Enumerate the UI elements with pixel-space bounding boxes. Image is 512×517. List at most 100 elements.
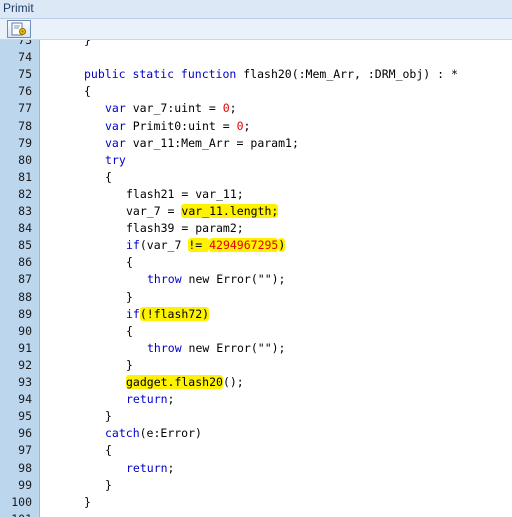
code-token: throw <box>147 340 189 355</box>
code-text: return; <box>126 391 174 408</box>
code-token: ; <box>243 118 251 133</box>
line-number: 77 <box>18 101 32 116</box>
code-line[interactable]: 100} <box>0 494 512 511</box>
code-token: throw <box>147 272 189 287</box>
code-text: { <box>84 83 91 100</box>
code-line[interactable]: 83 var_7 = var_11.length; <box>0 203 512 220</box>
code-token: var_7:uint = <box>132 101 223 116</box>
line-number: 99 <box>18 477 32 492</box>
code-line[interactable]: 85 if(var_7 != 4294967295) <box>0 237 512 254</box>
code-line[interactable]: 96 catch(e:Error) <box>0 425 512 442</box>
code-text: throw new Error(""); <box>147 340 285 357</box>
code-text: { <box>105 442 112 459</box>
line-number: 91 <box>18 340 32 355</box>
code-text: { <box>105 169 112 186</box>
code-line[interactable]: 74 <box>0 49 512 66</box>
code-editor[interactable]: 73} 74 75 public static function flash20(:M… <box>0 40 512 517</box>
code-line[interactable]: 97 { <box>0 442 512 459</box>
code-token: } <box>126 357 133 372</box>
code-token: { <box>105 443 112 458</box>
highlighted-token: != <box>188 238 210 253</box>
line-number: 100 <box>11 494 32 509</box>
toolbar <box>0 19 512 40</box>
line-number: 81 <box>18 169 32 184</box>
code-text: return; <box>126 460 174 477</box>
line-number: 89 <box>18 306 32 321</box>
code-text: } <box>126 357 133 374</box>
code-token: 0 <box>222 101 230 116</box>
code-line[interactable]: 77 var var_7:uint = 0; <box>0 100 512 117</box>
code-token: { <box>84 84 91 99</box>
code-text: var var_7:uint = 0; <box>105 100 237 117</box>
code-line[interactable]: 92} <box>0 357 512 374</box>
code-token: (var_7 <box>139 238 189 253</box>
code-line[interactable]: 86 { <box>0 254 512 271</box>
code-line[interactable]: 91 throw new Error(""); <box>0 340 512 357</box>
code-text: { <box>126 323 133 340</box>
code-token: } <box>105 409 112 424</box>
line-number: 98 <box>18 460 32 475</box>
code-line[interactable]: 78 var Primit0:uint = 0; <box>0 118 512 135</box>
line-number: 93 <box>18 375 32 389</box>
code-line[interactable]: 80 try <box>0 152 512 169</box>
code-text: } <box>126 289 133 306</box>
highlighted-token: var_11.length; <box>181 204 279 218</box>
code-token: var <box>105 101 133 116</box>
code-text: if(!flash72) <box>126 306 210 323</box>
line-number: 97 <box>18 443 32 458</box>
code-token: ; <box>229 101 237 116</box>
code-text: if(var_7 != 4294967295) <box>126 237 286 254</box>
code-text: flash21 = var_11; <box>126 186 244 203</box>
code-token: return <box>126 460 168 475</box>
code-line[interactable]: 87 throw new Error(""); <box>0 271 512 288</box>
code-line[interactable]: 76 { <box>0 83 512 100</box>
code-text: } <box>84 40 91 49</box>
code-line[interactable]: 99} <box>0 477 512 494</box>
code-token: new Error(""); <box>188 272 286 287</box>
code-line[interactable]: 89 if(!flash72) <box>0 306 512 323</box>
gear-page-icon[interactable] <box>7 20 31 38</box>
code-line[interactable]: 82 flash21 = var_11; <box>0 186 512 203</box>
line-number: 85 <box>18 238 32 253</box>
code-token: } <box>105 477 112 492</box>
code-text: flash39 = param2; <box>126 220 244 237</box>
code-text: { <box>126 254 133 271</box>
line-number: 78 <box>18 118 32 133</box>
code-token: } <box>126 289 133 304</box>
line-number: 82 <box>18 186 32 201</box>
code-text: } <box>105 477 112 494</box>
code-text: gadget.flash20(); <box>126 374 244 391</box>
code-line[interactable]: 95} <box>0 408 512 425</box>
code-line[interactable]: 98 return; <box>0 460 512 477</box>
code-token: { <box>126 255 133 270</box>
line-number: 84 <box>18 221 32 236</box>
code-line[interactable]: 75 public static function flash20(:Mem_Ar… <box>0 66 512 83</box>
code-text: var var_11:Mem_Arr = param1; <box>105 135 299 152</box>
code-token: ; <box>167 460 175 475</box>
highlighted-token: ) <box>278 238 286 253</box>
code-line[interactable]: 101 <box>0 511 512 517</box>
highlighted-token: 4294967295 <box>209 238 279 253</box>
code-token: if <box>126 238 140 253</box>
code-text: throw new Error(""); <box>147 271 285 288</box>
line-number: 83 <box>18 204 32 218</box>
code-token: var <box>105 135 133 150</box>
highlighted-token: gadget.flash20 <box>126 375 223 389</box>
code-line[interactable]: 94 return; <box>0 391 512 408</box>
code-token: var_11:Mem_Arr = param1; <box>132 135 299 150</box>
code-line[interactable]: 93 gadget.flash20(); <box>0 374 512 391</box>
code-token: Primit0:uint = <box>132 118 237 133</box>
code-line[interactable]: 90 { <box>0 323 512 340</box>
code-line[interactable]: 88} <box>0 289 512 306</box>
code-line[interactable]: 79 var var_11:Mem_Arr = param1; <box>0 135 512 152</box>
code-text: } <box>84 494 91 511</box>
line-number: 95 <box>18 409 32 424</box>
code-line[interactable]: 73} <box>0 40 512 49</box>
code-text: try <box>105 152 126 169</box>
code-line[interactable]: 84 flash39 = param2; <box>0 220 512 237</box>
code-line[interactable]: 81 { <box>0 169 512 186</box>
line-number: 92 <box>18 357 32 372</box>
code-token: try <box>105 152 126 167</box>
code-token: flash20(:Mem_Arr, :DRM_obj) : * <box>243 67 458 82</box>
code-token: var_7 = <box>126 204 182 218</box>
